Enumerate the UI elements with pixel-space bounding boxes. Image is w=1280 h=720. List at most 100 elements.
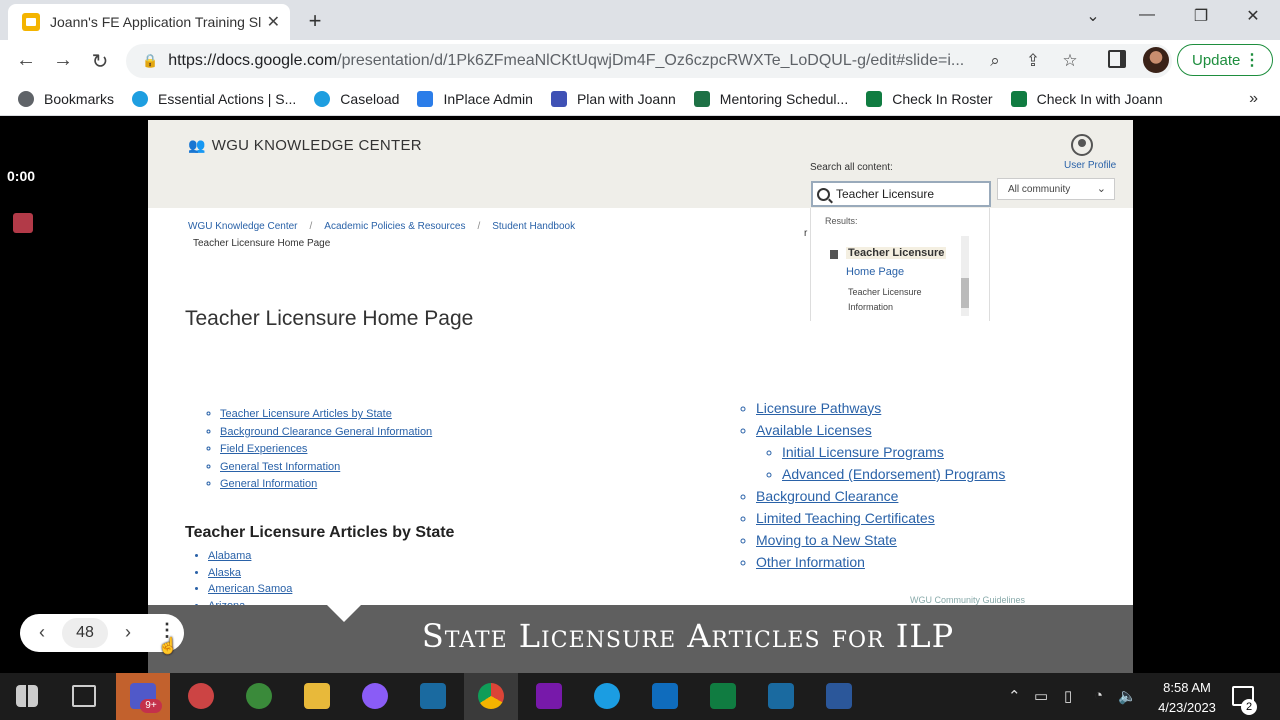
bookmark-plan-with-joann[interactable]: Plan with Joann bbox=[550, 90, 676, 107]
zoom-icon[interactable]: ⌕ bbox=[984, 51, 1006, 71]
results-scrollbar[interactable] bbox=[961, 236, 969, 316]
globe-icon bbox=[18, 90, 34, 107]
user-profile-link[interactable]: User Profile bbox=[1064, 160, 1116, 171]
clock-date: 4/23/2023 bbox=[1158, 700, 1216, 715]
link-general-info[interactable]: General Information bbox=[220, 476, 432, 494]
link-other-info[interactable]: Other Information bbox=[756, 551, 1005, 573]
battery-icon[interactable]: ▭ bbox=[1034, 687, 1048, 705]
more-bookmarks-icon[interactable]: » bbox=[1249, 90, 1258, 108]
link-advanced-programs[interactable]: Advanced (Endorsement) Programs bbox=[782, 463, 1005, 485]
link-moving-new-state[interactable]: Moving to a New State bbox=[756, 529, 1005, 551]
onenote-icon[interactable] bbox=[536, 683, 562, 709]
flower-app-icon[interactable] bbox=[362, 683, 388, 709]
windows-start-icon[interactable] bbox=[16, 685, 38, 707]
kc-logo[interactable]: 👥 WGU KNOWLEDGE CENTER bbox=[188, 137, 422, 154]
restore-button[interactable]: ❐ bbox=[1186, 6, 1216, 26]
breadcrumb-kc[interactable]: WGU Knowledge Center bbox=[188, 221, 298, 232]
tab-search-icon[interactable]: ⌄ bbox=[1078, 6, 1108, 26]
teams-notification-badge: 9+ bbox=[140, 699, 162, 713]
star-icon[interactable]: ☆ bbox=[1059, 51, 1081, 71]
clipped-text: r bbox=[804, 228, 808, 239]
bookmark-bookmarks[interactable]: Bookmarks bbox=[18, 90, 114, 107]
globe-app-icon[interactable] bbox=[246, 683, 272, 709]
bookmark-caseload[interactable]: Caseload bbox=[314, 90, 399, 107]
minimize-button[interactable]: — bbox=[1132, 6, 1162, 24]
state-link-american-samoa[interactable]: American Samoa bbox=[208, 581, 292, 598]
breadcrumb-academic[interactable]: Academic Policies & Resources bbox=[324, 221, 465, 232]
taskbar-clock[interactable]: 8:58 AM 4/23/2023 bbox=[1142, 678, 1232, 718]
bookmark-check-in-roster[interactable]: Check In Roster bbox=[866, 90, 993, 107]
link-general-test-info[interactable]: General Test Information bbox=[220, 459, 432, 477]
bookmark-check-in-with-joann[interactable]: Check In with Joann bbox=[1010, 90, 1163, 107]
volume-icon[interactable]: 🔈 bbox=[1118, 687, 1137, 705]
link-limited-certificates[interactable]: Limited Teaching Certificates bbox=[756, 507, 1005, 529]
menu-icon[interactable]: ⋮ bbox=[1244, 50, 1260, 70]
chevron-down-icon: ⌄ bbox=[1096, 183, 1106, 195]
reload-icon[interactable]: ↻ bbox=[88, 49, 112, 74]
outlook-icon[interactable] bbox=[652, 683, 678, 709]
browser-tab[interactable]: Joann's FE Application Training Sl ✕ bbox=[8, 4, 290, 40]
stop-recording-button[interactable] bbox=[13, 213, 33, 233]
search-label: Search all content: bbox=[810, 162, 893, 173]
previous-slide-icon[interactable]: ‹ bbox=[32, 622, 52, 643]
show-hidden-icons[interactable]: ⌃ bbox=[1008, 687, 1021, 705]
breadcrumb-handbook[interactable]: Student Handbook bbox=[492, 221, 575, 232]
edge-icon[interactable] bbox=[594, 683, 620, 709]
close-window-button[interactable]: ✕ bbox=[1238, 6, 1268, 26]
salesforce-cloud-icon bbox=[314, 90, 331, 107]
update-button[interactable]: Update ⋮ bbox=[1177, 44, 1273, 76]
link-initial-programs[interactable]: Initial Licensure Programs bbox=[782, 441, 1005, 463]
tab-title: Joann's FE Application Training Sl bbox=[50, 14, 261, 30]
new-tab-button[interactable]: + bbox=[304, 8, 326, 34]
lock-icon: 🔒 bbox=[142, 53, 159, 68]
task-view-icon[interactable] bbox=[72, 685, 96, 707]
share-icon[interactable]: ⇪ bbox=[1022, 51, 1044, 71]
url-text[interactable]: https://docs.google.com/presentation/d/1… bbox=[168, 52, 978, 70]
slide-caption: State Licensure Articles for ILP bbox=[148, 604, 1133, 673]
breadcrumb-current: Teacher Licensure Home Page bbox=[193, 238, 331, 249]
windows-taskbar: ⌃ ▭ ▯ ◔ 🔈 bbox=[0, 673, 1280, 720]
left-link-list: Teacher Licensure Articles by State Back… bbox=[220, 406, 432, 494]
result-title-link[interactable]: Home Page bbox=[846, 266, 904, 278]
link-background-clearance-info[interactable]: Background Clearance General Information bbox=[220, 424, 432, 442]
link-available-licenses[interactable]: Available Licenses Initial Licensure Pro… bbox=[756, 419, 1005, 485]
chrome-icon[interactable] bbox=[478, 683, 504, 709]
link-licensure-pathways[interactable]: Licensure Pathways bbox=[756, 397, 1005, 419]
state-link-alaska[interactable]: Alaska bbox=[208, 565, 292, 582]
result-title[interactable]: Teacher Licensure bbox=[846, 247, 947, 259]
profile-avatar[interactable] bbox=[1143, 47, 1169, 73]
browser-toolbar: ← → ↻ 🔒 https://docs.google.com/presenta… bbox=[0, 40, 1280, 82]
slide-content: 👥 WGU KNOWLEDGE CENTER User Profile Searc… bbox=[148, 120, 1133, 673]
usb-icon[interactable]: ▯ bbox=[1064, 687, 1072, 705]
clock-time: 8:58 AM bbox=[1163, 680, 1211, 695]
states-heading: Teacher Licensure Articles by State bbox=[185, 524, 455, 541]
word-icon[interactable] bbox=[826, 683, 852, 709]
bookmark-essential-actions[interactable]: Essential Actions | S... bbox=[132, 90, 296, 107]
address-bar[interactable]: 🔒 https://docs.google.com/presentation/d… bbox=[126, 44, 1172, 78]
results-label: Results: bbox=[825, 216, 858, 226]
caption-text: State Licensure Articles for ILP bbox=[421, 617, 955, 655]
community-select[interactable]: All community ⌄ bbox=[997, 178, 1115, 200]
bookmark-mentoring-schedule[interactable]: Mentoring Schedul... bbox=[693, 90, 848, 107]
slide-number[interactable]: 48 bbox=[62, 618, 108, 648]
page-title: Teacher Licensure Home Page bbox=[185, 307, 474, 330]
link-background-clearance[interactable]: Background Clearance bbox=[756, 485, 1005, 507]
forward-icon[interactable]: → bbox=[51, 49, 75, 72]
search-input[interactable]: Teacher Licensure bbox=[811, 181, 991, 207]
next-slide-icon[interactable]: › bbox=[118, 622, 138, 643]
excel-icon[interactable] bbox=[710, 683, 736, 709]
state-link-alabama[interactable]: Alabama bbox=[208, 548, 292, 565]
snipping-tool-icon[interactable] bbox=[188, 683, 214, 709]
close-tab-icon[interactable]: ✕ bbox=[267, 12, 280, 32]
webex-icon[interactable] bbox=[420, 683, 446, 709]
search-results-dropdown: Results: Teacher Licensure Home Page Tea… bbox=[810, 208, 990, 321]
side-panel-icon[interactable] bbox=[1108, 50, 1126, 68]
bookmark-inplace-admin[interactable]: InPlace Admin bbox=[417, 90, 533, 107]
webex-meetings-icon[interactable] bbox=[768, 683, 794, 709]
link-articles-by-state[interactable]: Teacher Licensure Articles by State bbox=[220, 406, 432, 424]
back-icon[interactable]: ← bbox=[14, 49, 38, 72]
file-explorer-icon[interactable] bbox=[304, 683, 330, 709]
wifi-icon[interactable]: ◔ bbox=[1094, 687, 1103, 704]
user-profile-icon[interactable] bbox=[1071, 134, 1093, 156]
link-field-experiences[interactable]: Field Experiences bbox=[220, 441, 432, 459]
